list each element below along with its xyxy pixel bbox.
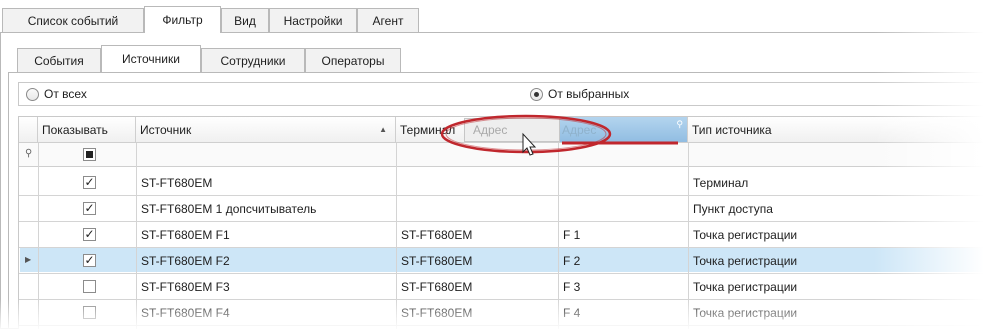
annotation-overlay <box>440 114 678 156</box>
